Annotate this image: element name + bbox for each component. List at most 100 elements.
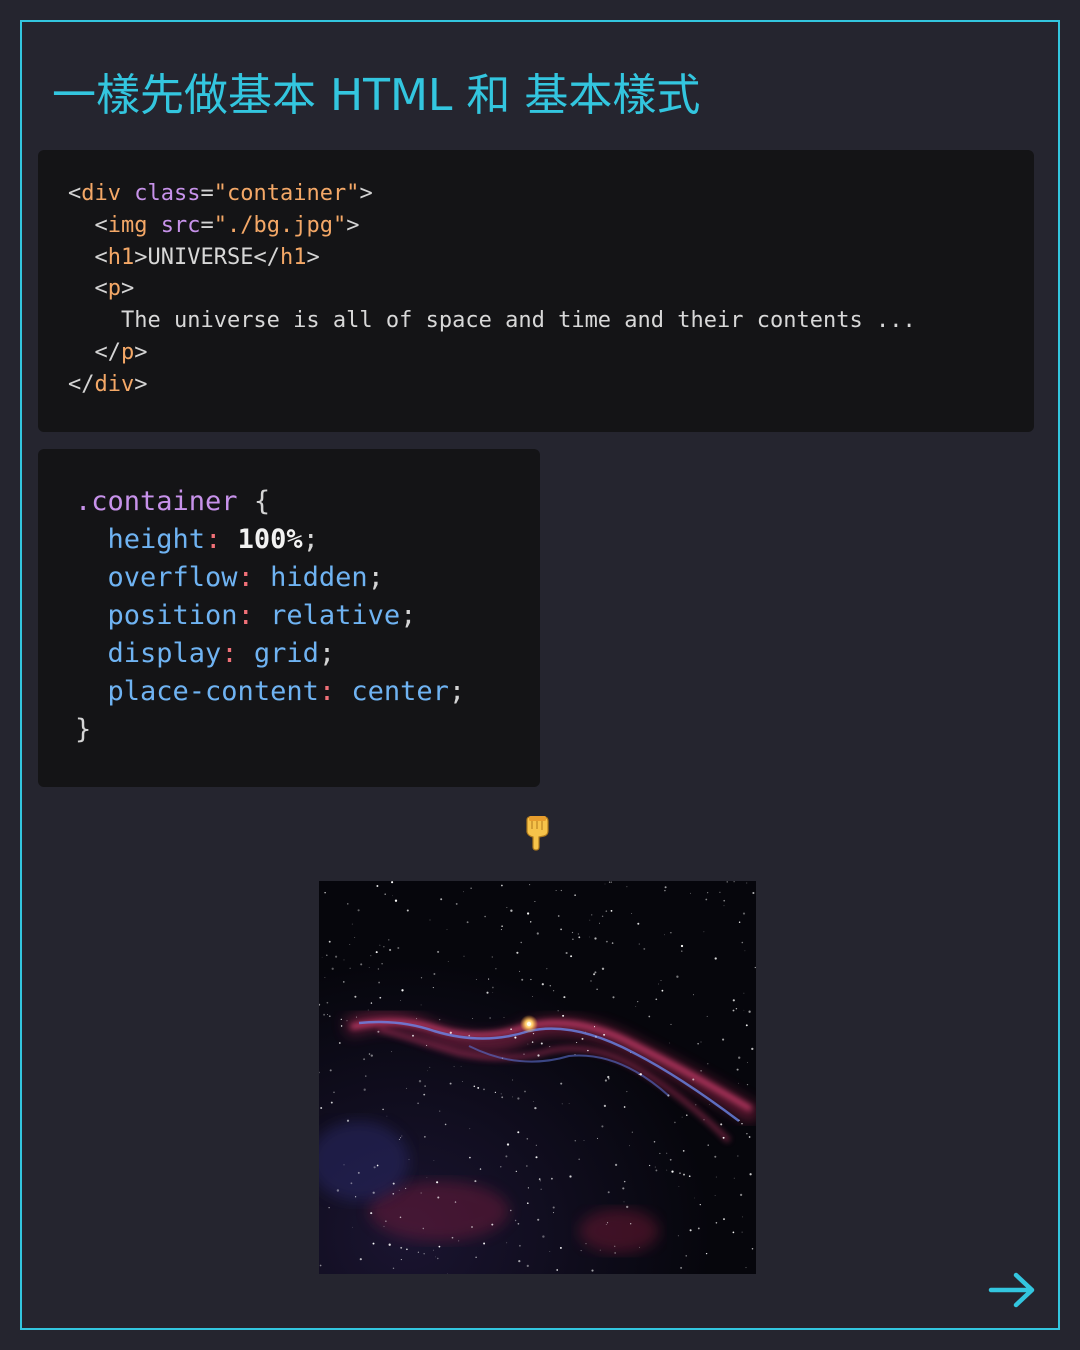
star [398,1138,400,1140]
star [699,1203,701,1206]
star [723,905,725,907]
star [389,948,392,952]
star [655,1169,658,1172]
star [400,1259,402,1261]
star [365,1075,367,1077]
star [475,978,477,981]
css-property: overflow [107,562,238,593]
star [437,1257,439,1260]
star [500,1093,502,1095]
star [324,976,326,978]
star [754,966,756,969]
star [357,909,360,912]
star [412,1034,414,1037]
star [736,1068,739,1071]
star [556,1269,559,1271]
star [660,980,662,981]
star [424,1085,426,1087]
star [722,1136,725,1139]
star [709,1104,711,1105]
star [581,1037,584,1040]
star [494,1091,497,1094]
css-declaration: position: relative; [75,600,417,631]
star [357,1171,360,1174]
star [394,899,398,902]
css-code: .container { height: 100%; overflow: hid… [75,483,503,749]
star [745,1024,748,1027]
star [328,1207,330,1209]
css-property: height [107,524,206,555]
star [560,1082,563,1085]
star [331,967,334,970]
star [417,1251,420,1253]
star [429,1066,431,1068]
code-token: </ [253,244,280,270]
star [526,912,530,915]
star [529,884,531,886]
star [488,978,490,980]
code-token: = [200,212,214,238]
star [737,1155,739,1157]
star [473,1085,476,1088]
star [568,1103,570,1105]
star [433,1249,434,1251]
css-colon: : [205,524,222,555]
star [630,1052,632,1054]
code-token: > [134,371,148,397]
star [593,973,596,976]
star [510,909,513,912]
star [372,1242,375,1245]
star [540,1042,543,1045]
star [733,881,735,883]
star [608,881,611,883]
css-colon: : [237,562,254,593]
star [420,977,423,979]
star [532,1101,534,1102]
star [688,1175,691,1178]
star [512,1096,513,1098]
star [723,1218,725,1221]
star [745,1267,747,1269]
star [439,1019,441,1021]
star [626,1205,629,1209]
star [574,1054,576,1055]
arrow-right-icon[interactable] [988,1270,1038,1310]
star [603,1033,606,1036]
star [666,1152,668,1154]
star [372,1191,375,1194]
star [491,956,493,958]
star [535,1144,537,1146]
star [694,1197,696,1199]
star [367,1009,369,1011]
star [722,1038,725,1041]
star [689,1229,692,1232]
css-code-block: .container { height: 100%; overflow: hid… [38,449,540,787]
code-token: > [306,244,320,270]
star [746,1083,749,1086]
star [451,1236,454,1239]
star [368,967,370,969]
star [587,1049,589,1052]
star [519,1244,521,1247]
star [363,1088,366,1091]
star [637,1000,639,1003]
star [518,1260,521,1263]
code-token: < [94,244,108,270]
star [520,941,522,944]
star [541,983,544,986]
star [700,1041,702,1043]
star [519,970,521,972]
css-semicolon: ; [318,638,336,669]
star [477,1086,480,1089]
star [594,937,597,940]
star [551,1177,553,1180]
star [715,1176,717,1178]
star [352,1226,354,1228]
star [559,1246,562,1249]
star [531,1041,534,1043]
code-token: < [68,181,82,206]
